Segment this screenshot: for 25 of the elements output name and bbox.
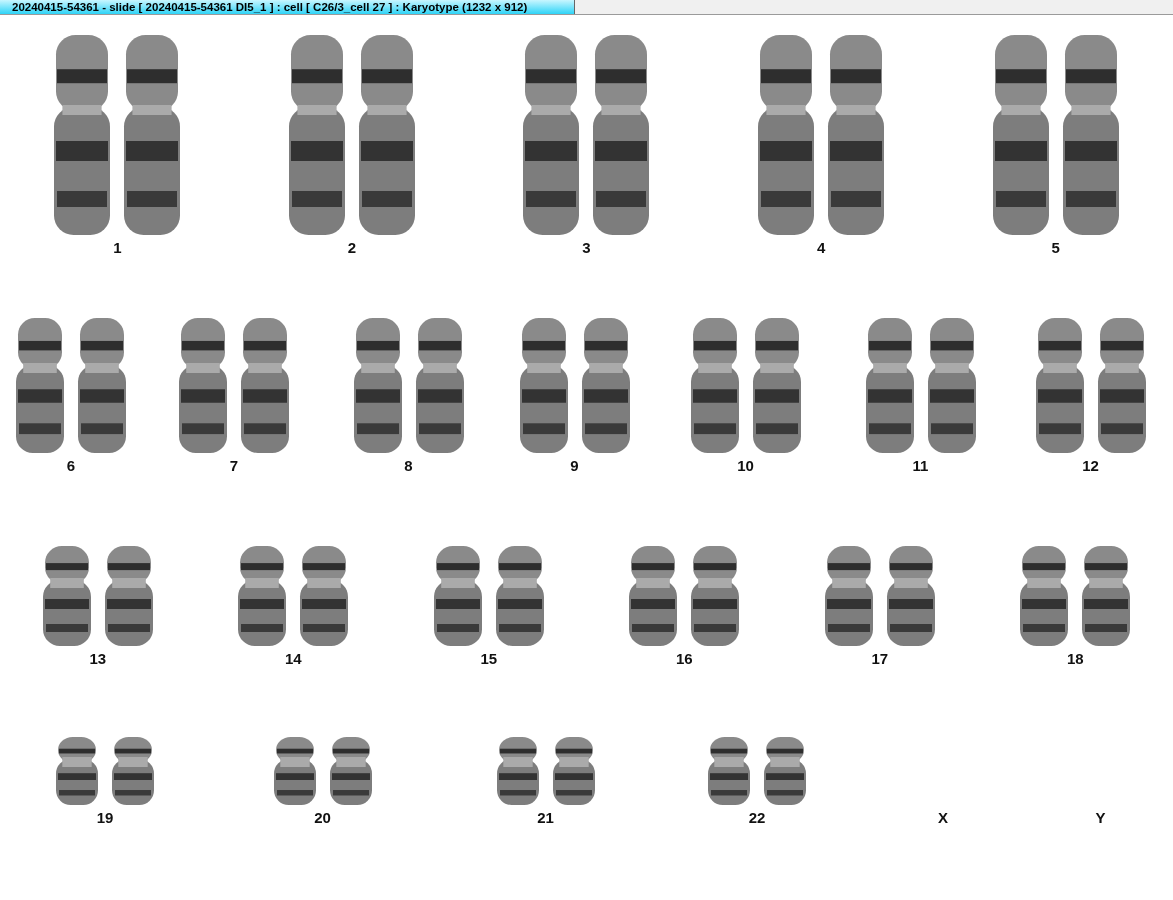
- chromosome-number: 13: [89, 650, 107, 667]
- chromosome-number: 5: [1051, 239, 1060, 256]
- chromosome-number: 8: [404, 457, 413, 474]
- chromosome-number: 21: [537, 809, 554, 826]
- chromosome-number: 19: [96, 809, 114, 826]
- chromosome-number: 22: [748, 809, 766, 826]
- chromosome-number: 20: [314, 809, 331, 826]
- chromosome-number: 6: [66, 457, 76, 474]
- chromosome-number: 4: [816, 239, 826, 256]
- chromosome-number: 3: [582, 239, 591, 256]
- chromosome-number: 2: [347, 239, 357, 256]
- chromosome-number: 17: [871, 650, 889, 667]
- chromosome-number: 1: [113, 239, 122, 256]
- window-title: 20240415-54361 - slide [ 20240415-54361 DI5_1 ] : cell [ C26/3_cell 27 ] : Karyotype (1232 x 912): [0, 0, 575, 14]
- chromosome-number: Y: [1095, 809, 1106, 826]
- chromosome-number: 12: [1082, 457, 1099, 474]
- chromosome-number: 15: [480, 650, 498, 667]
- chromosome-number: X: [938, 809, 948, 826]
- chromosome-number: 18: [1066, 650, 1084, 667]
- chromosome-number: 9: [570, 457, 579, 474]
- chromosome-number: 11: [912, 457, 929, 474]
- chromosome-number: 7: [229, 457, 239, 474]
- chromosome-number: 10: [737, 457, 754, 474]
- chromosome-number: 14: [284, 650, 302, 667]
- chromosome-number: 16: [675, 650, 693, 667]
